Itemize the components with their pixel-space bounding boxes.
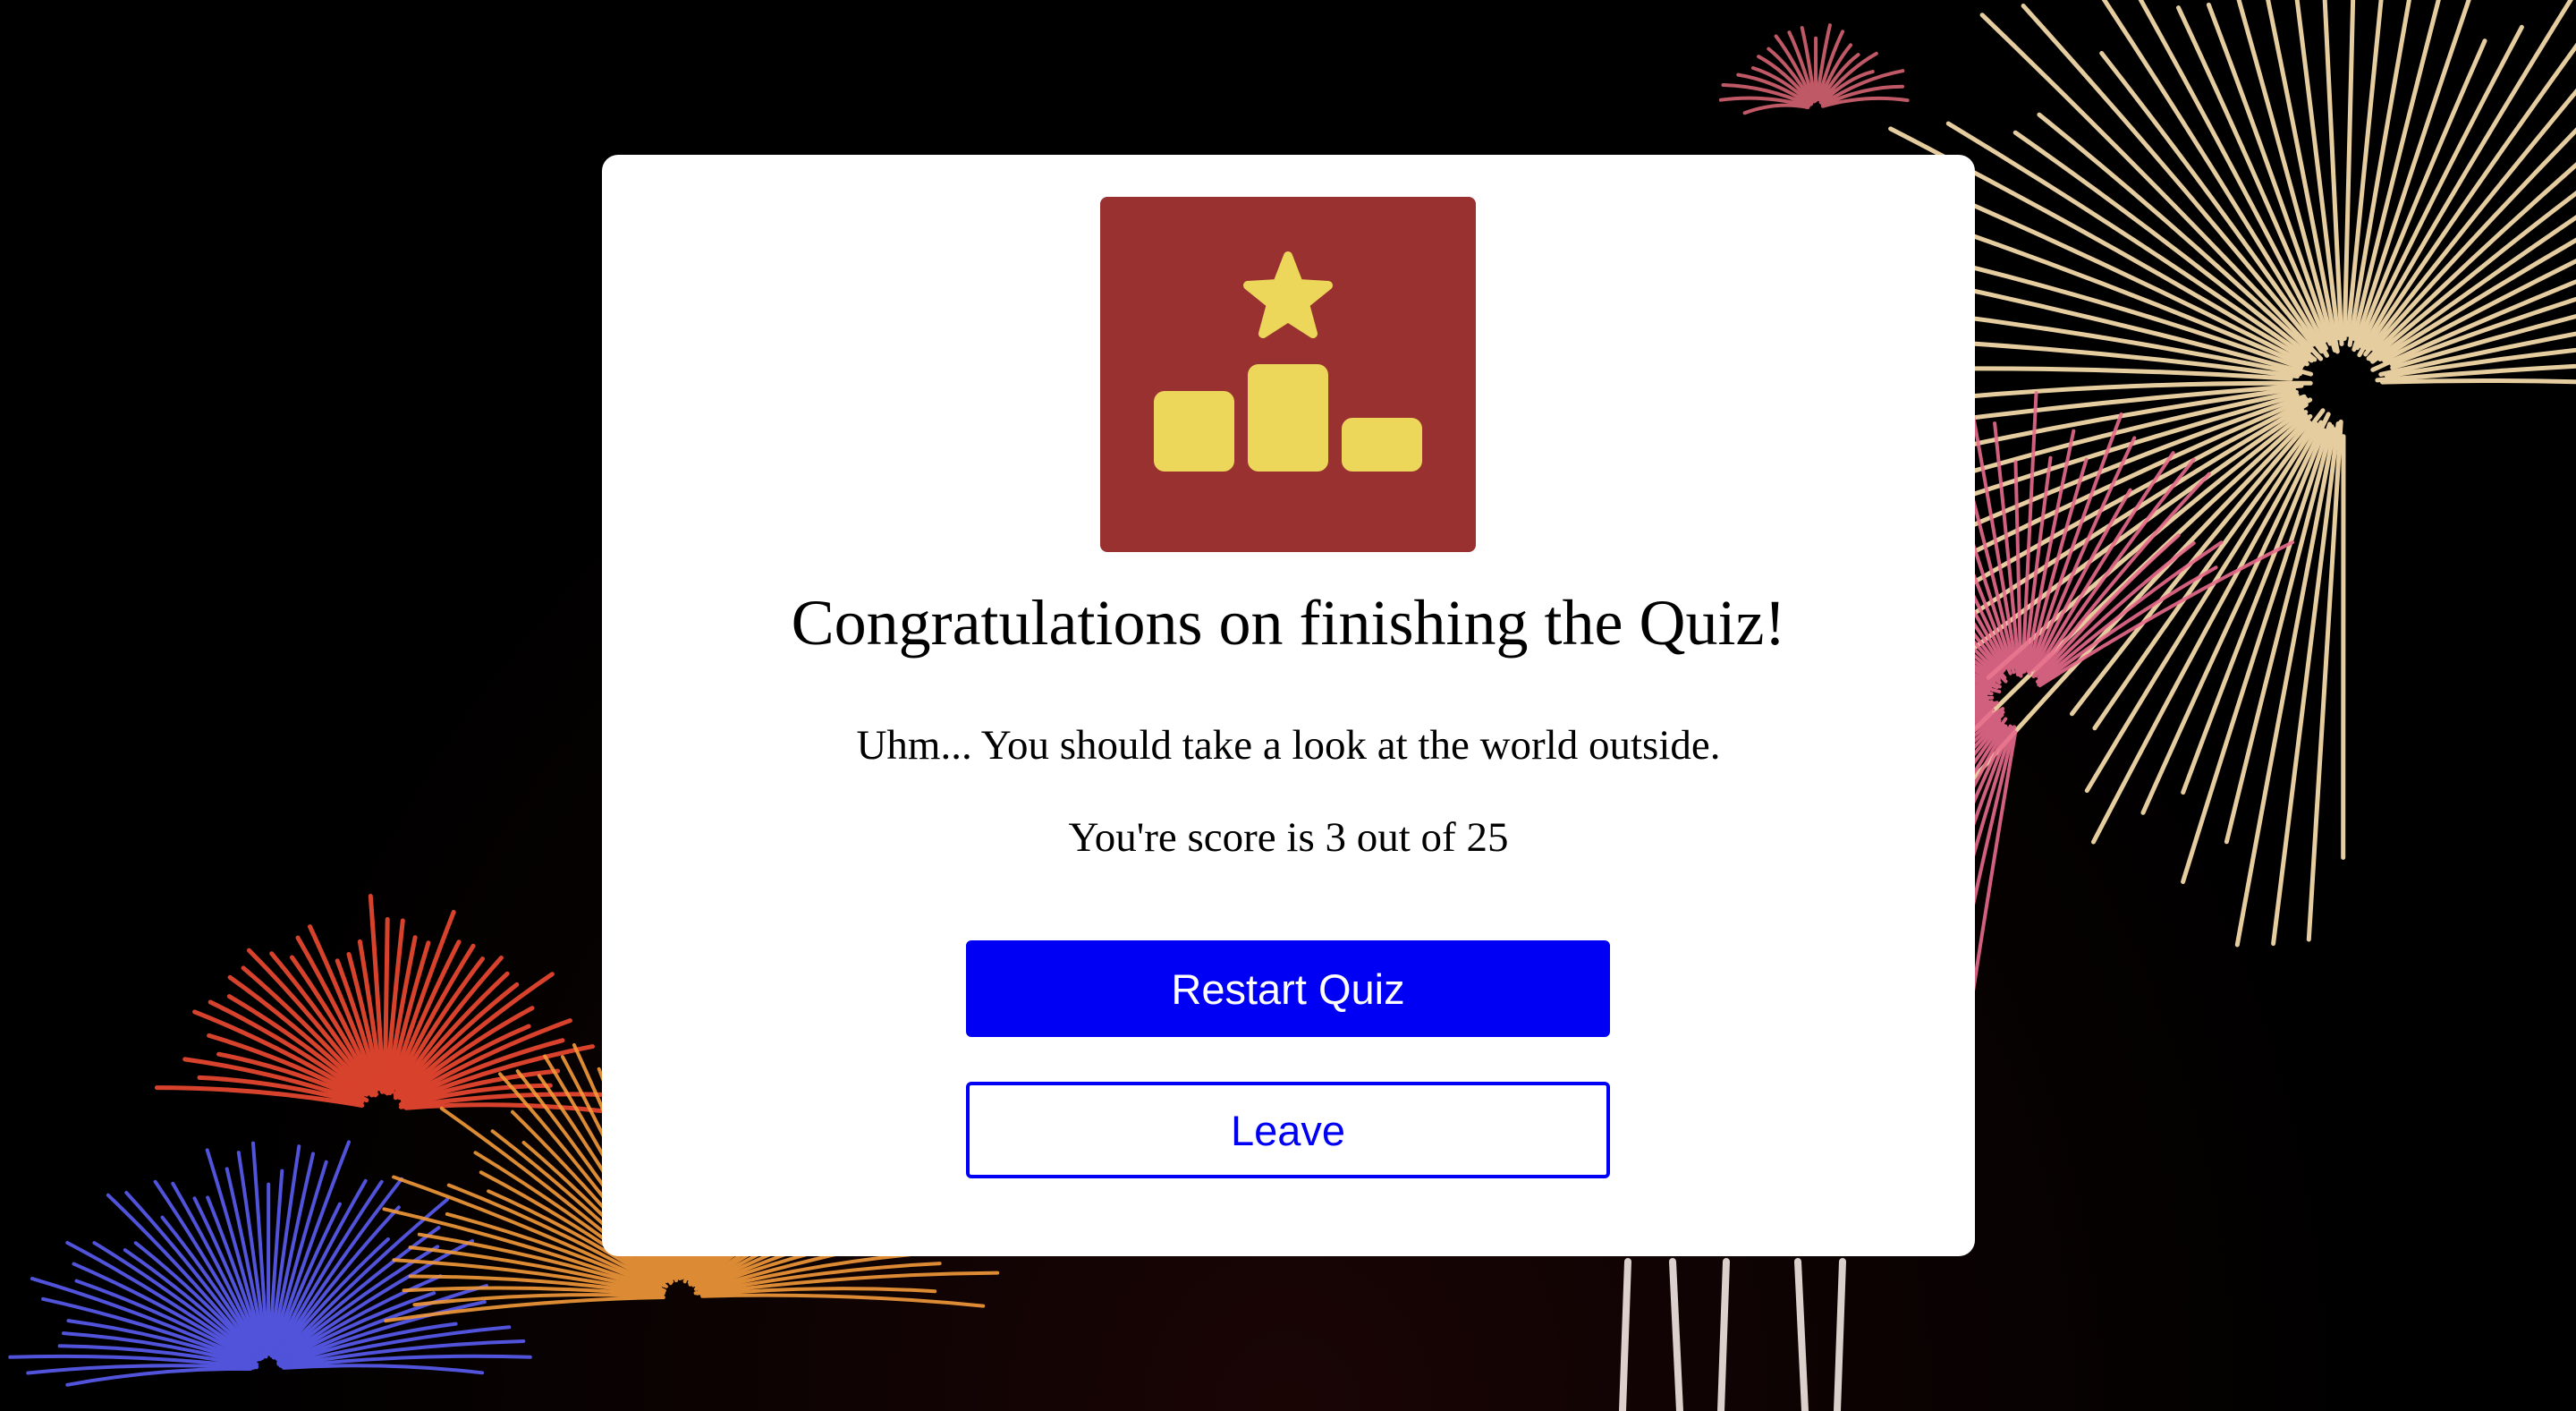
restart-quiz-button[interactable]: Restart Quiz: [966, 940, 1610, 1037]
score-text: You're score is 3 out of 25: [1068, 814, 1509, 861]
result-message: Uhm... You should take a look at the wor…: [856, 722, 1721, 769]
podium-star-icon: [1100, 197, 1476, 552]
result-card: Congratulations on finishing the Quiz! U…: [602, 155, 1975, 1256]
leave-button[interactable]: Leave: [966, 1082, 1610, 1178]
quiz-result-screen: Congratulations on finishing the Quiz! U…: [0, 0, 2576, 1411]
result-headline: Congratulations on finishing the Quiz!: [791, 587, 1786, 659]
